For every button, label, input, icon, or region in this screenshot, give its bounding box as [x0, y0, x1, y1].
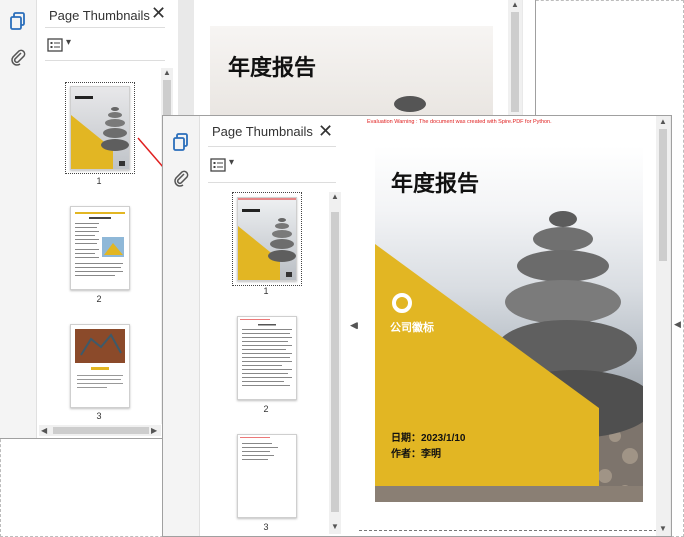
scroll-up-icon[interactable]: ▲ — [331, 192, 339, 201]
front-thumbnail-panel: Page Thumbnails ✕ ▾ 1 2 3 ▲ ▼ — [200, 116, 346, 536]
document-area: Evaluation Warning : The document was cr… — [351, 116, 671, 536]
page-thumbnails-icon[interactable] — [172, 133, 190, 151]
cover-date: 日期：2023/1/10 — [391, 429, 466, 444]
attachment-icon[interactable] — [9, 48, 27, 66]
document-page: Evaluation Warning : The document was cr… — [359, 116, 657, 536]
front-nav-rail — [163, 116, 200, 536]
thumbnail-page-3[interactable] — [70, 324, 130, 408]
back-document-scrollbar[interactable]: ▲ — [508, 0, 522, 120]
options-button[interactable]: ▾ — [47, 37, 79, 53]
panel-horizontal-scrollbar[interactable]: ◀ ▶ — [39, 425, 161, 436]
cover-title: 年度报告 — [391, 171, 480, 196]
back-nav-rail — [0, 0, 37, 438]
chevron-down-icon: ▾ — [66, 37, 72, 48]
page-number: 1 — [96, 176, 102, 186]
thumbnail-page-1[interactable] — [237, 197, 297, 281]
logo-ring-icon — [392, 293, 412, 313]
thumbnail-page-3[interactable] — [237, 434, 297, 518]
scroll-up-icon[interactable]: ▲ — [163, 68, 171, 77]
close-icon[interactable]: ✕ — [318, 121, 333, 141]
date-value: 2023/1/10 — [421, 433, 466, 444]
scroll-right-icon[interactable]: ▶ — [151, 426, 157, 435]
front-window: Page Thumbnails ✕ ▾ 1 2 3 ▲ ▼ ◀ Evaluati… — [162, 115, 672, 537]
cover-page: 年度报告 公司徽标 日期：2023/1/10 作者：李明 — [375, 146, 643, 502]
scroll-left-icon[interactable]: ◀ — [41, 426, 47, 435]
author-label: 作者： — [391, 449, 421, 460]
evaluation-warning: Evaluation Warning : The document was cr… — [367, 119, 552, 125]
scroll-up-icon[interactable]: ▲ — [511, 0, 519, 9]
page-number: 3 — [96, 411, 102, 421]
date-label: 日期： — [391, 433, 421, 444]
page-thumbnails-icon[interactable] — [9, 12, 27, 30]
logo-text: 公司徽标 — [390, 322, 434, 334]
panel-collapse-icon[interactable]: ◀ — [674, 319, 681, 330]
close-icon[interactable]: ✕ — [151, 3, 166, 23]
scroll-down-icon[interactable]: ▼ — [659, 524, 667, 533]
options-icon — [47, 38, 63, 52]
page-number: 2 — [96, 294, 102, 304]
author-value: 李明 — [421, 449, 441, 460]
cover-title: 年度报告 — [228, 55, 317, 80]
cover-author: 作者：李明 — [391, 445, 441, 460]
page-break-line — [359, 530, 657, 531]
scroll-up-icon[interactable]: ▲ — [659, 117, 667, 126]
page-number: 3 — [263, 522, 269, 532]
chevron-down-icon: ▾ — [229, 157, 235, 168]
page-number: 1 — [263, 286, 269, 296]
options-icon — [210, 158, 226, 172]
panel-collapse-icon[interactable]: ◀ — [351, 320, 358, 331]
scroll-down-icon[interactable]: ▼ — [331, 522, 339, 531]
back-thumbnail-panel: Page Thumbnails ✕ ▾ 1 2 3 ▲ ◀ ▶ — [37, 0, 177, 438]
panel-vertical-scrollbar[interactable]: ▲ ▼ — [329, 192, 341, 534]
thumbnail-page-1[interactable] — [70, 86, 130, 170]
panel-title: Page Thumbnails — [212, 124, 313, 139]
thumbnail-page-2[interactable] — [70, 206, 130, 290]
thumbnail-page-2[interactable] — [237, 316, 297, 400]
document-vertical-scrollbar[interactable]: ▲ ▼ — [656, 116, 670, 536]
attachment-icon[interactable] — [172, 169, 190, 187]
page-number: 2 — [263, 404, 269, 414]
options-button[interactable]: ▾ — [210, 157, 242, 173]
panel-title: Page Thumbnails — [49, 8, 150, 23]
